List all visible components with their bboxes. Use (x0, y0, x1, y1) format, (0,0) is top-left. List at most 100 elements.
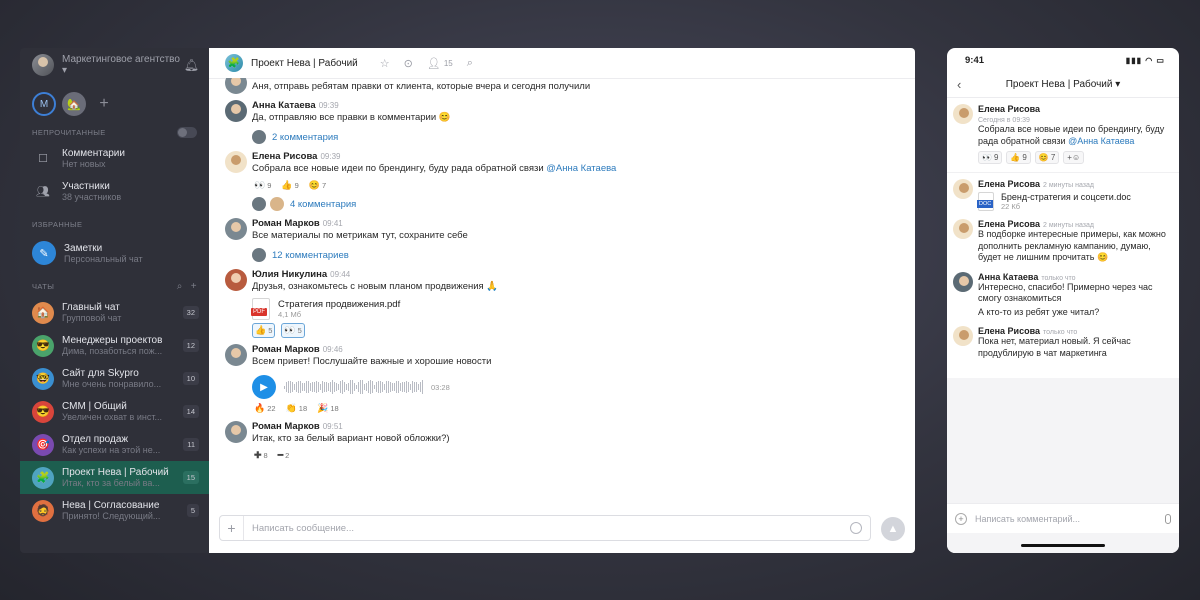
avatar[interactable] (225, 100, 247, 122)
reaction-button[interactable]: 👍 9 (1006, 151, 1031, 164)
unread-toggle[interactable] (177, 126, 197, 138)
sidebar-chat-item[interactable]: 😎 Менеджеры проектов Дима, позаботься пож.… (20, 329, 209, 362)
sidebar-chat-item[interactable]: 😎 СММ | Общий Увеличен охват в инст... 14 (20, 395, 209, 428)
workspace-header[interactable]: Маркетинговое агентство ▾ 🔔︎ (20, 48, 209, 82)
message: Роман Марков 09:41 Все материалы по метри… (225, 218, 915, 263)
author-name[interactable]: Роман Марков (252, 421, 320, 432)
search-icon[interactable]: ⌕ (467, 57, 473, 70)
avatar[interactable] (225, 151, 247, 173)
avatar[interactable] (953, 326, 973, 346)
avatar[interactable] (225, 269, 247, 291)
message-text: Пока нет, материал новый. Я сейчас проду… (978, 336, 1131, 358)
avatar[interactable] (953, 219, 973, 239)
author-name[interactable]: Роман Марков (252, 218, 320, 229)
sidebar-chat-item[interactable]: 🏠 Главный чат Групповой чат 32 (20, 296, 209, 329)
reaction-button[interactable]: 🎉 18 (315, 402, 341, 415)
search-chats-icon[interactable]: ⌕ (177, 281, 183, 292)
mention-link[interactable]: @Анна Катаева (1068, 136, 1134, 146)
workspace-name[interactable]: Маркетинговое агентство ▾ (62, 54, 184, 76)
members-button[interactable]: 👤︎ 15 (427, 57, 453, 70)
mention-link[interactable]: @Анна Катаева (546, 163, 616, 174)
space-m-button[interactable]: М (32, 92, 56, 116)
reaction-count: 9 (267, 181, 272, 190)
thread-label[interactable]: 12 комментариев (272, 250, 349, 261)
thread-link[interactable]: 4 комментария (252, 196, 915, 212)
reaction-button[interactable]: 👀 9 (978, 151, 1003, 164)
reaction-button[interactable]: 👀 5 (281, 323, 305, 338)
unread-section-header: НЕПРОЧИТАННЫЕ (20, 122, 209, 142)
sidebar-chat-item[interactable]: 🧔 Нева | Согласование Принято! Следующий..… (20, 494, 209, 527)
microphone-icon[interactable] (1165, 513, 1171, 524)
avatar[interactable] (953, 104, 973, 124)
author-name[interactable]: Анна Катаева (978, 272, 1038, 282)
waveform[interactable] (284, 380, 423, 394)
waveform-bar (348, 382, 349, 392)
chat-last-message: Итак, кто за белый ва... (62, 478, 160, 488)
author-name[interactable]: Елена Рисова (978, 326, 1040, 336)
star-icon[interactable]: ☆ (380, 57, 390, 70)
sidebar-item-members[interactable]: 👥︎ Участники 38 участников (20, 175, 209, 208)
author-name[interactable]: Елена Рисова (978, 104, 1173, 114)
send-button[interactable]: ▲ (881, 517, 905, 541)
reaction-emoji: 👀 (254, 180, 266, 190)
thread-label[interactable]: 2 комментария (272, 132, 338, 143)
thread-title[interactable]: Проект Нева | Рабочий ▾ (977, 79, 1169, 90)
reaction-minus[interactable]: ━ 2 (276, 449, 292, 462)
avatar[interactable] (225, 218, 247, 240)
thread-link[interactable]: 2 комментария (252, 129, 915, 145)
file-attachment[interactable]: DOC Бренд-стратегия и соцсети.doc 22 Кб (977, 192, 1173, 211)
space-house-button[interactable]: 🏡 (62, 92, 86, 116)
reaction-plus[interactable]: ✚ 8 (252, 449, 270, 462)
reaction-button[interactable]: 👀 9 (252, 179, 273, 192)
unread-section-label: НЕПРОЧИТАННЫЕ (32, 127, 106, 137)
reaction-button[interactable]: 👏 18 (284, 402, 310, 415)
mute-icon[interactable]: ⊙ (404, 57, 413, 70)
sidebar-item-notes[interactable]: ✎ Заметки Персональный чат (20, 234, 209, 272)
comment-input[interactable] (975, 513, 1165, 524)
reaction-button[interactable]: 👍 5 (252, 323, 276, 338)
file-name[interactable]: Стратегия продвижения.pdf (278, 299, 400, 310)
reaction-button[interactable]: 👍 9 (279, 179, 300, 192)
attach-icon[interactable]: + (220, 516, 244, 540)
reaction-button[interactable]: 😊 7 (1034, 151, 1060, 164)
author-name[interactable]: Анна Катаева (252, 100, 316, 111)
message-time: Сегодня в 09:39 (978, 117, 1030, 124)
avatar[interactable] (953, 271, 973, 292)
add-space-button[interactable]: + (92, 92, 116, 116)
sidebar-chat-item[interactable]: 🤓 Сайт для Skypro Мне очень понравило... 10 (20, 362, 209, 395)
author-name[interactable]: Елена Рисова (252, 151, 317, 162)
thread-label[interactable]: 4 комментария (290, 199, 356, 210)
sidebar-item-comments[interactable]: ☐ Комментарии Нет новых (20, 142, 209, 175)
file-name[interactable]: Бренд-стратегия и соцсети.doc (1001, 192, 1131, 202)
comment: Анна Катаева только что Интересно, спасиб… (953, 271, 1173, 319)
avatar[interactable] (953, 179, 973, 199)
bell-icon[interactable]: 🔔︎ (184, 58, 199, 72)
waveform-bar (286, 382, 287, 392)
author-name[interactable]: Юлия Никулина (252, 269, 327, 280)
author-name[interactable]: Роман Марков (252, 344, 320, 355)
sidebar-chat-item[interactable]: 🎯 Отдел продаж Как успехи на этой не... 11 (20, 428, 209, 461)
add-icon[interactable]: + (955, 512, 967, 525)
reaction-button[interactable]: 🔥 22 (252, 402, 278, 415)
thread-link[interactable]: 12 комментариев (252, 247, 915, 263)
emoji-icon[interactable] (850, 522, 862, 534)
waveform-bar (326, 381, 327, 393)
add-reaction-icon[interactable]: +☺ (1063, 151, 1085, 164)
back-chevron-icon[interactable]: ‹ (957, 77, 977, 92)
file-attachment[interactable]: PDF Стратегия продвижения.pdf 4,1 Мб (251, 298, 915, 320)
sidebar-chat-item[interactable]: 🧩 Проект Нева | Рабочий Итак, кто за белый… (20, 461, 209, 494)
avatar[interactable] (225, 421, 247, 443)
avatar[interactable] (225, 78, 247, 94)
waveform-bar (370, 380, 371, 394)
reaction-button[interactable]: 😊 7 (307, 179, 328, 192)
waveform-bar (362, 380, 363, 394)
message-input[interactable] (244, 522, 850, 534)
add-chat-icon[interactable]: + (191, 281, 197, 292)
user-avatar[interactable] (32, 54, 54, 76)
reactions: ✚ 8 ━ 2 (252, 449, 915, 462)
play-icon[interactable]: ▶ (252, 375, 276, 399)
desktop-window: Маркетинговое агентство ▾ 🔔︎ М 🏡 + НЕПРО… (20, 48, 915, 553)
author-name[interactable]: Елена Рисова (978, 179, 1040, 189)
avatar[interactable] (225, 344, 247, 366)
author-name[interactable]: Елена Рисова (978, 219, 1040, 229)
